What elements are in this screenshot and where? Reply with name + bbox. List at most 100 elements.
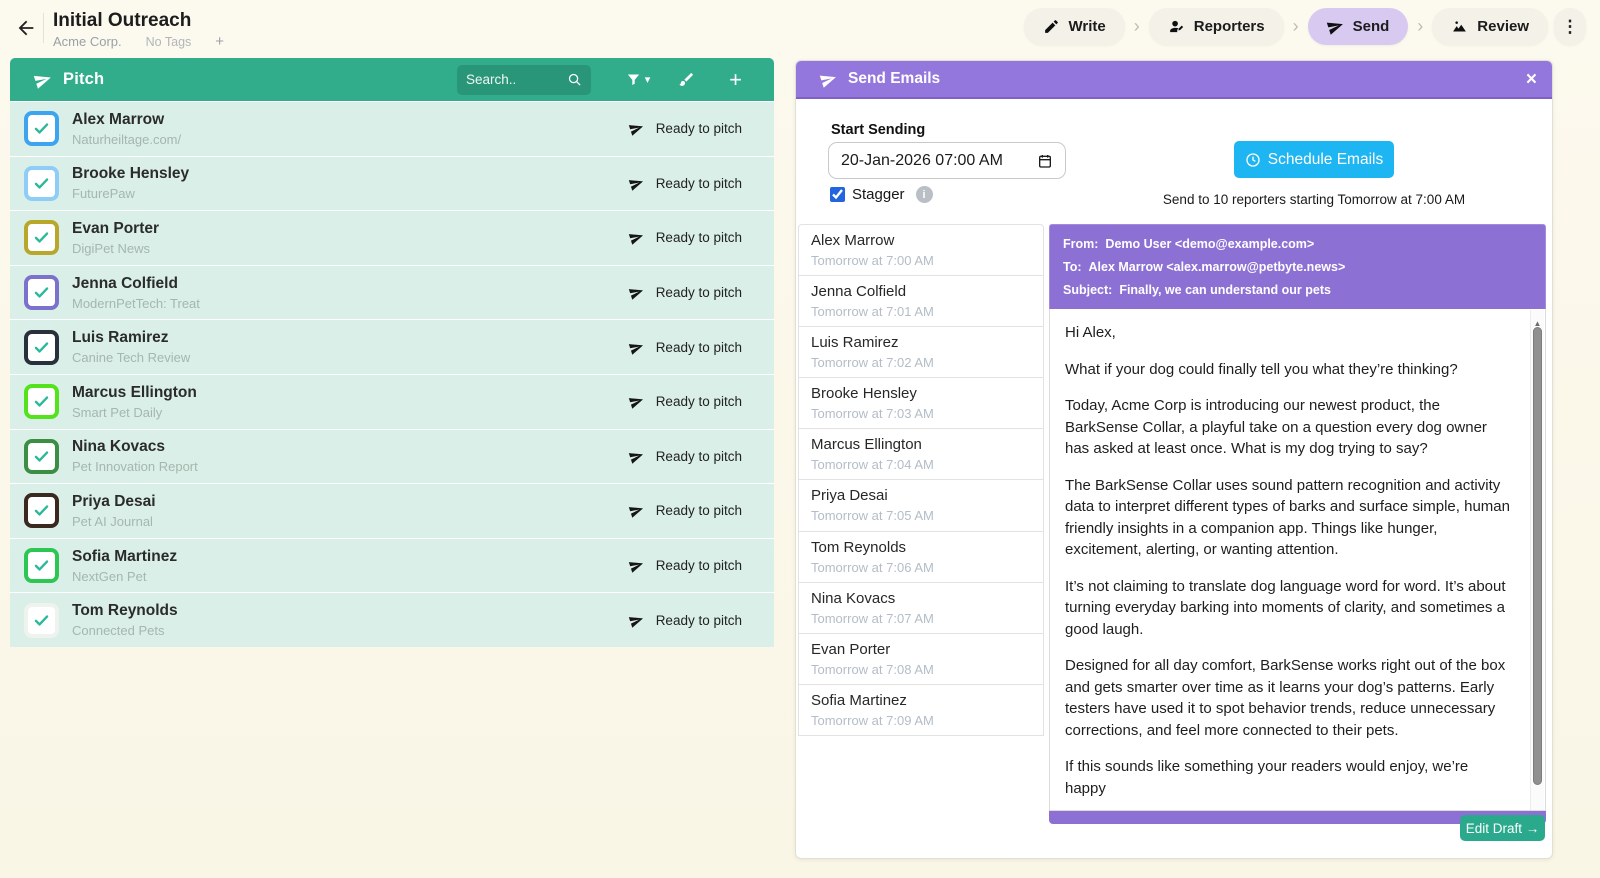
paper-plane-icon: [628, 343, 643, 355]
email-paragraph: The BarkSense Collar uses sound pattern …: [1065, 476, 1510, 559]
schedule-time: Tomorrow at 7:05 AM: [811, 508, 934, 524]
to-label: To:: [1063, 260, 1082, 274]
paper-plane-icon: [628, 179, 643, 191]
mountain-review-icon: [1453, 21, 1467, 32]
reporter-checkbox[interactable]: [24, 438, 59, 474]
more-menu-button[interactable]: ⋮: [1554, 8, 1586, 45]
reporter-status: Ready to pitch: [628, 176, 760, 191]
calendar-icon[interactable]: [1037, 153, 1053, 169]
search-icon[interactable]: [567, 72, 582, 87]
email-scrollbar[interactable]: ▲: [1530, 310, 1544, 810]
schedule-card[interactable]: Alex Marrow Tomorrow at 7:00 AM: [798, 224, 1044, 277]
reporter-row[interactable]: Alex Marrow Naturheiltage.com/ Ready to …: [10, 102, 774, 156]
step-write[interactable]: Write: [1023, 8, 1125, 45]
check-icon: [34, 232, 49, 244]
schedule-name: Alex Marrow: [811, 232, 895, 249]
schedule-emails-button[interactable]: Schedule Emails: [1234, 141, 1394, 178]
reporter-row[interactable]: Evan Porter DigiPet News Ready to pitch: [10, 211, 774, 265]
subject-label: Subject:: [1063, 283, 1113, 297]
schedule-time: Tomorrow at 7:02 AM: [811, 355, 934, 371]
schedule-name: Brooke Hensley: [811, 385, 917, 403]
paper-plane-icon: [628, 452, 643, 464]
schedule-card[interactable]: Nina Kovacs Tomorrow at 7:07 AM: [798, 581, 1044, 634]
schedule-card[interactable]: Jenna Colfield Tomorrow at 7:01 AM: [798, 275, 1044, 328]
reporter-row[interactable]: Nina Kovacs Pet Innovation Report Ready …: [10, 429, 774, 484]
reporter-row[interactable]: Luis Ramirez Canine Tech Review Ready to…: [10, 320, 774, 374]
plus-icon: +: [729, 66, 742, 92]
paper-plane-icon: [628, 398, 643, 410]
schedule-name: Evan Porter: [811, 640, 891, 658]
schedule-card[interactable]: Luis Ramirez Tomorrow at 7:02 AM: [798, 326, 1044, 379]
subject-value: Finally, we can understand our pets: [1119, 283, 1331, 297]
reporter-name: Marcus Ellington: [72, 383, 197, 401]
check-icon: [34, 396, 49, 407]
reporter-row[interactable]: Sofia Martinez NextGen Pet Ready to pitc…: [10, 538, 774, 593]
reporter-checkbox[interactable]: [24, 165, 59, 201]
reporter-outlet: Smart Pet Daily: [72, 404, 163, 420]
stagger-checkbox[interactable]: [830, 187, 845, 202]
reporter-checkbox[interactable]: [24, 220, 59, 256]
paper-plane-icon: [628, 616, 643, 628]
step-review[interactable]: Review: [1432, 8, 1548, 45]
filter-button[interactable]: ▾: [613, 62, 662, 98]
pitch-panel-header: Pitch ▾ +: [10, 58, 774, 101]
reporter-outlet: FuturePaw: [72, 186, 135, 202]
top-bar: Initial Outreach Acme Corp. No Tags + Wr…: [0, 0, 1600, 56]
add-reporter-button[interactable]: +: [711, 62, 760, 98]
check-icon: [34, 614, 49, 626]
reporter-info: Priya Desai Pet AI Journal: [72, 492, 156, 530]
reporter-row[interactable]: Marcus Ellington Smart Pet Daily Ready t…: [10, 374, 774, 429]
highlighter-button[interactable]: [662, 62, 711, 98]
datetime-input[interactable]: 20-Jan-2026 07:00 AM: [828, 142, 1066, 179]
reporter-outlet: Canine Tech Review: [72, 350, 191, 366]
caret-down-icon: ▾: [644, 74, 651, 86]
info-icon[interactable]: i: [915, 186, 933, 203]
close-icon[interactable]: ×: [1526, 70, 1537, 89]
page-title: Initial Outreach: [53, 10, 192, 31]
step-send[interactable]: Send: [1307, 8, 1409, 45]
reporter-row[interactable]: Priya Desai Pet AI Journal Ready to pitc…: [10, 484, 774, 538]
step-label: Reporters: [1193, 18, 1265, 35]
search-input[interactable]: [466, 72, 562, 87]
reporter-checkbox[interactable]: [24, 384, 59, 420]
reporter-checkbox[interactable]: [24, 111, 59, 147]
scrollbar-thumb[interactable]: [1533, 327, 1542, 785]
schedule-card[interactable]: Evan Porter Tomorrow at 7:08 AM: [798, 632, 1044, 685]
reporter-checkbox[interactable]: [24, 602, 59, 638]
reporter-name: Luis Ramirez: [72, 329, 169, 347]
reporter-checkbox[interactable]: [24, 493, 59, 529]
check-icon: [34, 287, 49, 298]
send-emails-panel: Send Emails × Start Sending 20-Jan-2026 …: [795, 60, 1553, 859]
back-button[interactable]: [10, 12, 42, 44]
status-label: Ready to pitch: [655, 285, 742, 301]
email-meta-header: From: Demo User <demo@example.com> To: A…: [1049, 224, 1546, 309]
reporter-info: Nina Kovacs Pet Innovation Report: [72, 437, 198, 475]
status-label: Ready to pitch: [655, 339, 742, 355]
step-reporters[interactable]: Reporters: [1148, 8, 1284, 45]
schedule-card[interactable]: Priya Desai Tomorrow at 7:05 AM: [798, 479, 1044, 532]
paper-plane-icon: [628, 234, 643, 246]
reporter-checkbox[interactable]: [24, 275, 59, 311]
schedule-card[interactable]: Brooke Hensley Tomorrow at 7:03 AM: [798, 377, 1044, 430]
reporter-checkbox[interactable]: [24, 548, 59, 584]
schedule-list: Alex Marrow Tomorrow at 7:00 AM Jenna Co…: [798, 224, 1044, 736]
search-box: [457, 64, 591, 95]
schedule-name: Sofia Martinez: [811, 691, 907, 709]
schedule-card[interactable]: Marcus Ellington Tomorrow at 7:04 AM: [798, 428, 1044, 481]
schedule-time: Tomorrow at 7:07 AM: [811, 610, 934, 626]
reporter-outlet: Pet Innovation Report: [72, 459, 198, 475]
reporter-row[interactable]: Tom Reynolds Connected Pets Ready to pit…: [10, 593, 774, 647]
edit-draft-button[interactable]: Edit Draft →: [1460, 815, 1545, 841]
reporter-checkbox[interactable]: [24, 329, 59, 365]
highlighter-icon: [679, 73, 693, 86]
add-tag-button[interactable]: +: [215, 33, 224, 50]
reporter-row[interactable]: Jenna Colfield ModernPetTech: Treat Read…: [10, 265, 774, 320]
paper-plane-icon: [628, 562, 643, 573]
schedule-time: Tomorrow at 7:01 AM: [811, 304, 934, 320]
pitch-panel: Pitch ▾ + Alex Marrow: [10, 58, 774, 647]
schedule-card[interactable]: Sofia Martinez Tomorrow at 7:09 AM: [798, 683, 1044, 736]
reporter-row[interactable]: Brooke Hensley FuturePaw Ready to pitch: [10, 156, 774, 211]
chevron-separator: ›: [1292, 16, 1299, 36]
schedule-card[interactable]: Tom Reynolds Tomorrow at 7:06 AM: [798, 530, 1044, 583]
schedule-time: Tomorrow at 7:09 AM: [811, 712, 934, 728]
